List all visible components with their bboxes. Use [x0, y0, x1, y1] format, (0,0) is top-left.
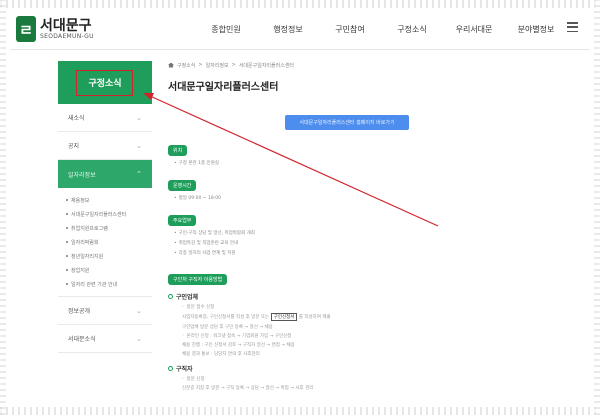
- annotation-arrow-head: [143, 93, 154, 100]
- annotation-arrow-line: [149, 95, 439, 227]
- screenshot-frame: ㄹ 서대문구 SEODAEMUN-GU 종합민원 행정정보 구민참여 구정소식 …: [0, 0, 600, 415]
- annotation-arrow: [143, 93, 439, 227]
